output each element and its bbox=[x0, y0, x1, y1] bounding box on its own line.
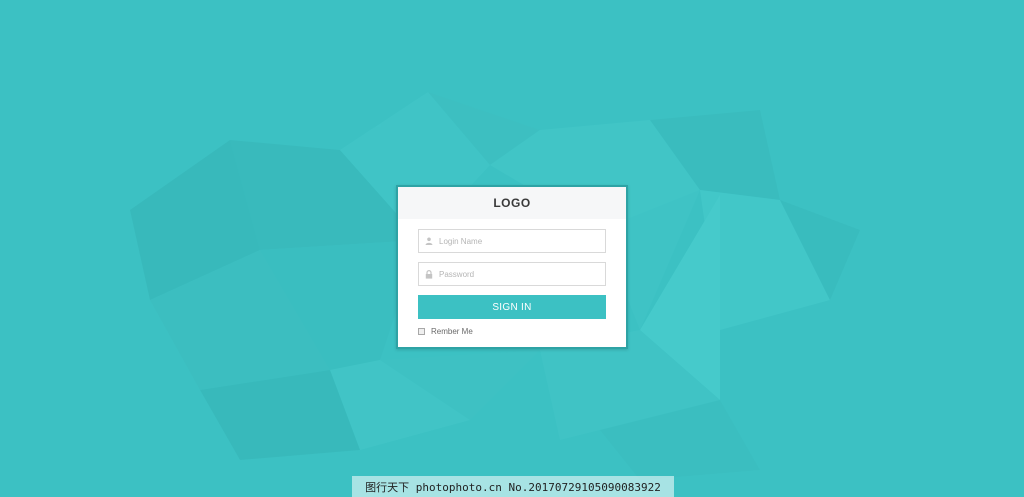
lock-icon bbox=[419, 263, 439, 285]
logo: LOGO bbox=[493, 196, 531, 210]
remember-checkbox[interactable] bbox=[418, 328, 425, 335]
password-field[interactable] bbox=[418, 262, 606, 286]
login-name-input[interactable] bbox=[439, 231, 599, 251]
password-input[interactable] bbox=[439, 264, 599, 284]
card-header: LOGO bbox=[398, 187, 626, 219]
login-name-field[interactable] bbox=[418, 229, 606, 253]
sign-in-button[interactable]: SIGN IN bbox=[418, 295, 606, 319]
watermark-text: 图行天下 photophoto.cn No.201707291050900839… bbox=[365, 480, 661, 494]
user-icon bbox=[419, 230, 439, 252]
watermark: 图行天下 photophoto.cn No.201707291050900839… bbox=[352, 476, 674, 497]
login-card: LOGO SIGN IN Rember Me bbox=[396, 185, 628, 349]
remember-me[interactable]: Rember Me bbox=[418, 327, 473, 336]
remember-label: Rember Me bbox=[431, 327, 473, 336]
